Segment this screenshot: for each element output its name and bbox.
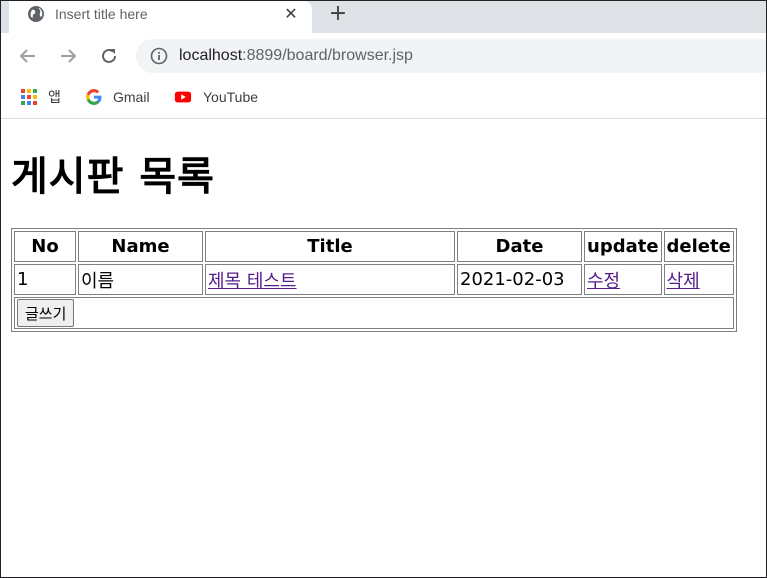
bookmark-youtube[interactable]: YouTube: [174, 87, 274, 107]
header-no: No: [14, 231, 76, 262]
write-button-cell: 글쓰기: [14, 297, 734, 329]
reload-icon[interactable]: [98, 45, 120, 67]
cell-delete: 삭제: [663, 264, 734, 295]
url-text: localhost:8899/board/browser.jsp: [179, 47, 413, 65]
browser-tab[interactable]: Insert title here ✕: [9, 1, 312, 33]
bookmark-label: Gmail: [113, 89, 150, 105]
url-host: localhost: [179, 47, 243, 64]
board-table: No Name Title Date update delete 1 이름 제목…: [11, 228, 737, 332]
tab-title: Insert title here: [55, 6, 148, 22]
bookmarks-bar: 앱 Gmail YouTube: [1, 79, 766, 119]
tab-strip: Insert title here ✕ +: [1, 1, 766, 33]
cell-title: 제목 테스트: [205, 264, 455, 295]
bookmark-label: YouTube: [203, 89, 259, 105]
update-link[interactable]: 수정: [587, 271, 620, 292]
new-tab-plus-icon[interactable]: +: [327, 3, 349, 25]
address-bar[interactable]: localhost:8899/board/browser.jsp: [136, 39, 766, 73]
title-link[interactable]: 제목 테스트: [208, 271, 297, 292]
table-row: 1 이름 제목 테스트 2021-02-03 수정 삭제: [14, 264, 734, 295]
bookmark-gmail[interactable]: Gmail: [85, 87, 165, 107]
info-icon[interactable]: [150, 47, 168, 65]
browser-toolbar: localhost:8899/board/browser.jsp: [1, 33, 766, 79]
bookmark-label: 앱: [48, 89, 61, 105]
cell-no: 1: [14, 264, 76, 295]
close-icon[interactable]: ✕: [282, 5, 300, 23]
cell-update: 수정: [584, 264, 662, 295]
header-name: Name: [78, 231, 203, 262]
forward-arrow-icon[interactable]: [57, 45, 79, 67]
cell-name: 이름: [78, 264, 203, 295]
globe-icon: [28, 6, 44, 22]
delete-link[interactable]: 삭제: [667, 271, 700, 292]
youtube-icon: [174, 91, 192, 103]
bookmark-apps[interactable]: 앱: [20, 87, 70, 107]
header-delete: delete: [663, 231, 734, 262]
header-title: Title: [205, 231, 455, 262]
back-arrow-icon[interactable]: [17, 45, 39, 67]
page-title: 게시판 목록: [11, 154, 215, 200]
write-post-button[interactable]: 글쓰기: [17, 299, 75, 327]
table-header-row: No Name Title Date update delete: [14, 231, 734, 262]
header-update: update: [584, 231, 662, 262]
google-g-icon: [86, 89, 102, 105]
browser-window: Insert title here ✕ + localhost:8899/boa…: [0, 0, 767, 578]
cell-date: 2021-02-03: [457, 264, 582, 295]
header-date: Date: [457, 231, 582, 262]
page-content: 게시판 목록 No Name Title Date update delete …: [1, 120, 766, 577]
table-footer-row: 글쓰기: [14, 297, 734, 329]
url-path: :8899/board/browser.jsp: [242, 47, 413, 64]
apps-grid-icon: [21, 89, 37, 105]
